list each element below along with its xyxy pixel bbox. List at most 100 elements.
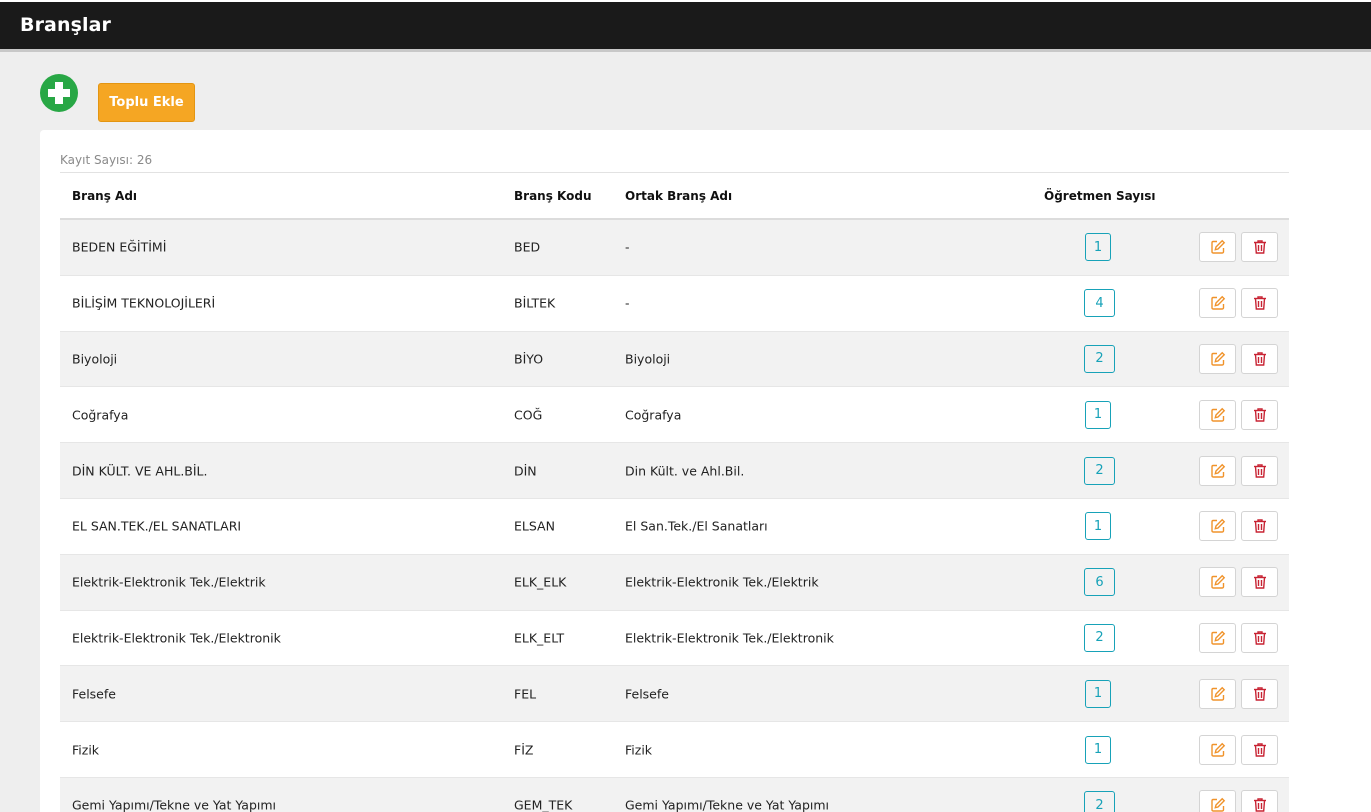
page-title: Branşlar xyxy=(20,14,112,36)
branch-code: BİLTEK xyxy=(514,295,556,311)
teacher-count-badge[interactable]: 1 xyxy=(1085,233,1111,262)
column-header-common-branch: Ortak Branş Adı xyxy=(625,189,733,203)
teacher-count-badge[interactable]: 1 xyxy=(1085,512,1111,541)
column-header-branch-name: Branş Adı xyxy=(72,189,138,203)
delete-button[interactable] xyxy=(1241,455,1278,486)
table-header: Branş Adı Branş Kodu Ortak Branş Adı Öğr… xyxy=(60,173,1289,220)
edit-icon xyxy=(1210,574,1226,590)
column-header-teacher-count: Öğretmen Sayısı xyxy=(1044,189,1156,203)
branch-name: DİN KÜLT. VE AHL.BİL. xyxy=(72,463,208,479)
edit-button[interactable] xyxy=(1199,232,1236,263)
table-row: Fizik FİZ Fizik 1 xyxy=(60,722,1289,778)
branch-code: ELK_ELK xyxy=(514,574,567,590)
edit-icon xyxy=(1210,518,1226,534)
delete-button[interactable] xyxy=(1241,567,1278,598)
table-body: BEDEN EĞİTİMİ BED -1 BİLİŞİM TEKNOLOJİLERİ B… xyxy=(60,220,1289,812)
branch-name: Biyoloji xyxy=(72,351,118,367)
table-row: Elektrik-Elektronik Tek./Elektronik ELK_E… xyxy=(60,610,1289,667)
branch-code: ELSAN xyxy=(514,518,555,534)
edit-button[interactable] xyxy=(1199,622,1236,653)
edit-button[interactable] xyxy=(1199,288,1236,319)
bulk-add-button[interactable]: Toplu Ekle xyxy=(98,83,195,122)
teacher-count-badge[interactable]: 2 xyxy=(1084,791,1115,812)
table-row: Coğrafya COĞ Coğrafya 1 xyxy=(60,387,1289,444)
delete-button[interactable] xyxy=(1241,343,1278,374)
common-branch-name: Fizik xyxy=(625,742,653,758)
branch-name: Gemi Yapımı/Tekne ve Yat Yapımı xyxy=(72,797,277,812)
delete-button[interactable] xyxy=(1241,288,1278,319)
branch-name: Coğrafya xyxy=(72,407,129,423)
add-branch-button[interactable] xyxy=(40,74,78,112)
common-branch-name: - xyxy=(625,239,630,255)
branch-name: Fizik xyxy=(72,742,100,758)
table-row: Biyoloji BİYO Biyoloji 2 xyxy=(60,331,1289,388)
branch-code: DİN xyxy=(514,463,537,479)
edit-button[interactable] xyxy=(1199,399,1236,430)
record-count: Kayıt Sayısı: 26 xyxy=(60,153,153,167)
edit-icon xyxy=(1210,742,1226,758)
teacher-count-badge[interactable]: 4 xyxy=(1084,289,1115,318)
teacher-count-badge[interactable]: 1 xyxy=(1085,735,1111,764)
delete-button[interactable] xyxy=(1241,678,1278,709)
edit-button[interactable] xyxy=(1199,567,1236,598)
common-branch-name: Din Kült. ve Ahl.Bil. xyxy=(625,463,745,479)
branch-name: BİLİŞİM TEKNOLOJİLERİ xyxy=(72,295,216,311)
edit-button[interactable] xyxy=(1199,455,1236,486)
edit-icon xyxy=(1210,630,1226,646)
branch-code: FEL xyxy=(514,686,537,702)
column-header-branch-code: Branş Kodu xyxy=(514,189,592,203)
common-branch-name: Biyoloji xyxy=(625,351,671,367)
edit-icon xyxy=(1210,295,1226,311)
delete-button[interactable] xyxy=(1241,511,1278,542)
table-row: Elektrik-Elektronik Tek./Elektrik ELK_ELK… xyxy=(60,554,1289,611)
common-branch-name: Elektrik-Elektronik Tek./Elektronik xyxy=(625,630,834,646)
teacher-count-badge[interactable]: 2 xyxy=(1084,344,1115,373)
edit-icon xyxy=(1210,797,1226,812)
delete-button[interactable] xyxy=(1241,734,1278,765)
edit-icon xyxy=(1210,407,1226,423)
trash-icon xyxy=(1253,351,1267,367)
branch-code: BİYO xyxy=(514,351,544,367)
trash-icon xyxy=(1253,239,1267,255)
trash-icon xyxy=(1253,295,1267,311)
delete-button[interactable] xyxy=(1241,399,1278,430)
branch-code: FİZ xyxy=(514,742,534,758)
branch-code: COĞ xyxy=(514,407,543,423)
table-row: Gemi Yapımı/Tekne ve Yat Yapımı GEM_TEK Ge… xyxy=(60,777,1289,812)
trash-icon xyxy=(1253,463,1267,479)
branch-code: GEM_TEK xyxy=(514,797,573,812)
teacher-count-badge[interactable]: 2 xyxy=(1084,456,1115,485)
teacher-count-badge[interactable]: 1 xyxy=(1085,400,1111,429)
edit-button[interactable] xyxy=(1199,511,1236,542)
table-row: BİLİŞİM TEKNOLOJİLERİ BİLTEK - 4 xyxy=(60,275,1289,332)
trash-icon xyxy=(1253,407,1267,423)
teacher-count-badge[interactable]: 6 xyxy=(1084,568,1115,597)
common-branch-name: Felsefe xyxy=(625,686,669,702)
delete-button[interactable] xyxy=(1241,232,1278,263)
branch-code: BED xyxy=(514,239,541,255)
edit-button[interactable] xyxy=(1199,678,1236,709)
branch-table: Branş Adı Branş Kodu Ortak Branş Adı Öğr… xyxy=(60,172,1289,812)
trash-icon xyxy=(1253,686,1267,702)
teacher-count-badge[interactable]: 2 xyxy=(1084,623,1115,652)
delete-button[interactable] xyxy=(1241,622,1278,653)
edit-button[interactable] xyxy=(1199,790,1236,812)
trash-icon xyxy=(1253,797,1267,812)
trash-icon xyxy=(1253,630,1267,646)
table-row: BEDEN EĞİTİMİ BED - 1 xyxy=(60,220,1289,276)
common-branch-name: Coğrafya xyxy=(625,407,682,423)
teacher-count-badge[interactable]: 1 xyxy=(1085,679,1111,708)
edit-button[interactable] xyxy=(1199,734,1236,765)
delete-button[interactable] xyxy=(1241,790,1278,812)
branch-name: EL SAN.TEK./EL SANATLARI xyxy=(72,518,242,534)
common-branch-name: Elektrik-Elektronik Tek./Elektrik xyxy=(625,574,819,590)
branch-name: Felsefe xyxy=(72,686,116,702)
common-branch-name: El San.Tek./El Sanatları xyxy=(625,518,768,534)
trash-icon xyxy=(1253,518,1267,534)
branch-name: Elektrik-Elektronik Tek./Elektronik xyxy=(72,630,281,646)
edit-button[interactable] xyxy=(1199,343,1236,374)
branch-list-card: Kayıt Sayısı: 26 Branş Adı Branş Kodu Or… xyxy=(40,130,1371,812)
table-row: DİN KÜLT. VE AHL.BİL. DİN Din Kült. ve Ahl… xyxy=(60,443,1289,499)
top-bar: Branşlar xyxy=(0,0,1371,52)
table-row: EL SAN.TEK./EL SANATLARI ELSAN El San.Tek.… xyxy=(60,498,1289,555)
